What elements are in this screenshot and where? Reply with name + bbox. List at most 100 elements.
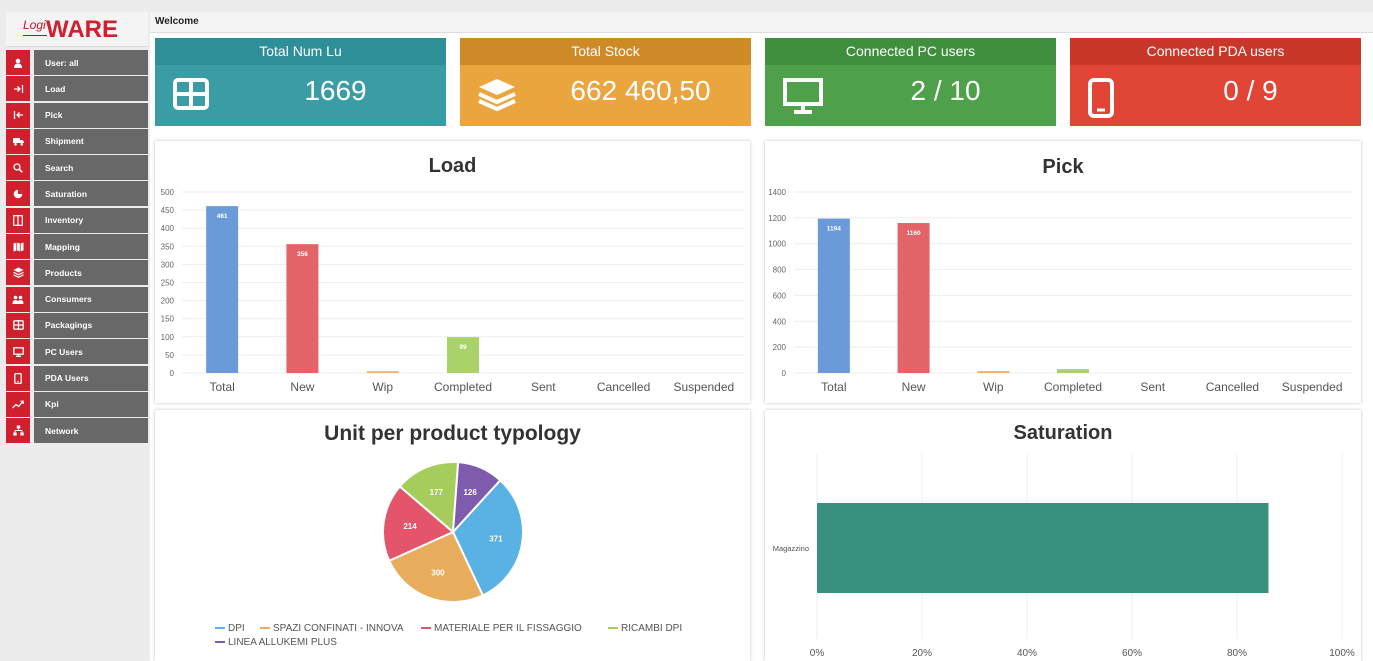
saturation-chart-panel: Saturation 0% 20% 40% 60% 80% 100% Magazzino xyxy=(765,410,1361,661)
legend-item-label: RICAMBI DPI xyxy=(621,623,682,634)
load-bar-value-label: 461 xyxy=(217,213,228,220)
sidebar-item-label: Saturation xyxy=(34,181,148,207)
saturation-bar xyxy=(817,503,1269,593)
kpi-body: 2 / 10 xyxy=(765,65,1056,126)
logo-underline xyxy=(23,35,47,36)
kpi-tile-3: Connected PC users 2 / 10 xyxy=(765,38,1056,126)
page-title: Welcome xyxy=(155,16,199,27)
legend-item-label: DPI xyxy=(228,623,245,634)
inventory-icon xyxy=(6,207,30,233)
kpi-tile-4: Connected PDA users 0 / 9 xyxy=(1070,38,1361,126)
load-arrow-icon xyxy=(6,76,30,102)
sidebar-item-load[interactable]: Load xyxy=(6,76,148,102)
sidebar-item-label: Kpi xyxy=(34,391,148,417)
map-icon xyxy=(6,234,30,260)
load-bar xyxy=(206,206,239,373)
saturation-x-tick-label: 80% xyxy=(1227,648,1247,659)
sidebar-item-saturation[interactable]: Saturation xyxy=(6,181,148,207)
saturation-x-tick-label: 20% xyxy=(912,648,932,659)
sidebar-item-shipment[interactable]: Shipment xyxy=(6,128,148,154)
sidebar-item-pda-users[interactable]: PDA Users xyxy=(6,365,148,391)
kpi-title: Total Stock xyxy=(460,38,751,65)
sidebar-item-label: PDA Users xyxy=(34,365,148,391)
pie-slice-value-label: 371 xyxy=(489,534,503,543)
kpi-body: 1669 xyxy=(155,65,446,126)
kpi-tile-1: Total Num Lu 1669 xyxy=(155,38,446,126)
sidebar-item-label: Mapping xyxy=(34,234,148,260)
sidebar-item-search[interactable]: Search xyxy=(6,155,148,181)
pick-bar xyxy=(977,371,1010,373)
sidebar-item-label: Products xyxy=(34,260,148,286)
saturation-category-label: Magazzino xyxy=(773,544,809,553)
search-icon xyxy=(6,155,30,181)
sidebar: Logi WARE User: all Load Pick Shipment Searc… xyxy=(6,12,148,661)
legend-item-label: SPAZI CONFINATI - INNOVA xyxy=(273,623,404,634)
pick-category-label: Suspended xyxy=(1282,380,1343,394)
saturation-x-tick-label: 40% xyxy=(1017,648,1037,659)
kpi-body: 662 460,50 xyxy=(460,65,751,126)
sidebar-item-label: Consumers xyxy=(34,286,148,312)
monitor-icon xyxy=(6,339,30,365)
load-y-tick-label: 0 xyxy=(170,369,175,378)
sidebar-item-pick[interactable]: Pick xyxy=(6,102,148,128)
load-y-tick-label: 50 xyxy=(165,351,174,360)
sidebar-item-label: User: all xyxy=(34,50,148,75)
load-y-tick-label: 100 xyxy=(161,333,175,342)
load-category-label: Cancelled xyxy=(597,380,650,394)
sidebar-item-mapping[interactable]: Mapping xyxy=(6,234,148,260)
sidebar-item-user-all[interactable]: User: all xyxy=(6,50,148,75)
pick-bar xyxy=(897,223,930,373)
sidebar-item-label: Network xyxy=(34,418,148,444)
load-category-label: Suspended xyxy=(673,380,734,394)
pick-category-label: Total xyxy=(821,380,846,394)
load-category-label: Total xyxy=(209,380,234,394)
load-category-label: Sent xyxy=(531,380,556,394)
pie-slice-value-label: 126 xyxy=(463,488,477,497)
pick-y-tick-label: 200 xyxy=(773,343,787,352)
kpi-title: Connected PC users xyxy=(765,38,1056,65)
sidebar-item-inventory[interactable]: Inventory xyxy=(6,207,148,233)
pick-y-tick-label: 1400 xyxy=(768,188,786,197)
pick-y-tick-label: 1200 xyxy=(768,214,786,223)
pick-bar-value-label: 1194 xyxy=(827,226,841,233)
sidebar-item-products[interactable]: Products xyxy=(6,260,148,286)
pick-y-tick-label: 1000 xyxy=(768,240,786,249)
load-chart-panel: Load 0 50 100 150 200 250 300 350 400 450 500 461 To… xyxy=(155,141,750,403)
sidebar-item-consumers[interactable]: Consumers xyxy=(6,286,148,312)
kpi-tile-2: Total Stock 662 460,50 xyxy=(460,38,751,126)
sidebar-item-label: Inventory xyxy=(34,207,148,233)
sidebar-item-network[interactable]: Network xyxy=(6,418,148,444)
pie-slice-value-label: 214 xyxy=(403,522,417,531)
sidebar-item-label: Search xyxy=(34,155,148,181)
sidebar-item-label: Shipment xyxy=(34,128,148,154)
pick-category-label: Wip xyxy=(983,380,1004,394)
sidebar-item-kpi[interactable]: Kpi xyxy=(6,391,148,417)
pick-category-label: Cancelled xyxy=(1206,380,1259,394)
pick-arrow-icon xyxy=(6,102,30,128)
saturation-chart: 0% 20% 40% 60% 80% 100% Magazzino xyxy=(773,454,1355,659)
pick-category-label: Sent xyxy=(1140,380,1165,394)
load-bar xyxy=(366,371,399,373)
sidebar-item-label: Packagings xyxy=(34,312,148,338)
load-y-tick-label: 150 xyxy=(161,315,175,324)
kpi-title: Connected PDA users xyxy=(1070,38,1361,65)
sidebar-item-pc-users[interactable]: PC Users xyxy=(6,339,148,365)
logo[interactable]: Logi WARE xyxy=(6,12,148,47)
pick-y-tick-label: 800 xyxy=(773,266,787,275)
truck-icon xyxy=(6,128,30,154)
kpi-value: 2 / 10 xyxy=(910,75,981,106)
monitor-icon xyxy=(783,78,823,114)
sidebar-item-packagings[interactable]: Packagings xyxy=(6,312,148,338)
pie-slice-value-label: 177 xyxy=(430,488,444,497)
pick-category-label: New xyxy=(902,380,926,394)
load-y-tick-label: 400 xyxy=(161,224,175,233)
load-category-label: Completed xyxy=(434,380,492,394)
kpi-body: 0 / 9 xyxy=(1070,65,1361,126)
kpi-value: 662 460,50 xyxy=(570,75,711,106)
load-category-label: New xyxy=(290,380,314,394)
trend-icon xyxy=(6,391,30,417)
logo-prefix: Logi xyxy=(23,18,46,32)
load-y-tick-label: 250 xyxy=(161,279,175,288)
pick-y-tick-label: 0 xyxy=(782,369,787,378)
load-y-tick-label: 300 xyxy=(161,260,175,269)
